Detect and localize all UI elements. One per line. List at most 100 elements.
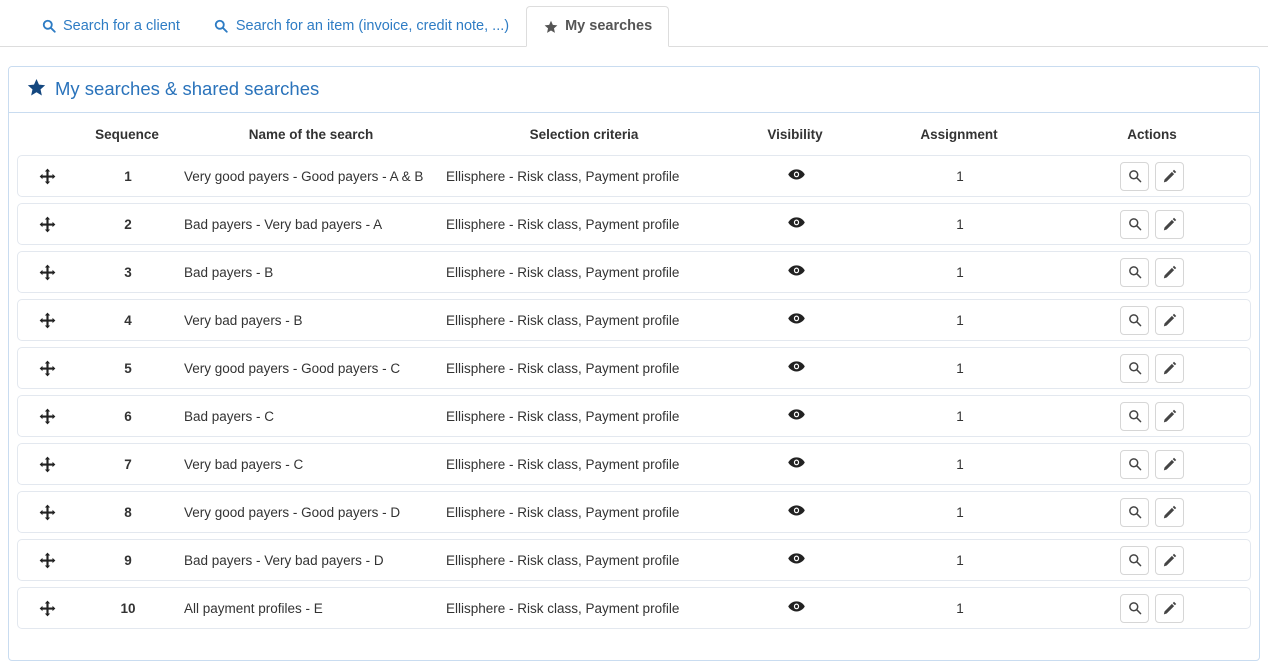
table-row[interactable]: 8 Very good payers - Good payers - D Ell… [17,491,1251,533]
table-row[interactable]: 5 Very good payers - Good payers - C Ell… [17,347,1251,389]
cell-actions [1054,209,1250,239]
tab-my-searches[interactable]: My searches [526,6,670,47]
cell-assignment: 1 [956,216,964,232]
eye-icon[interactable] [787,552,805,565]
edit-search-button[interactable] [1155,257,1184,287]
eye-icon[interactable] [787,264,805,277]
cell-selection-criteria: Ellisphere - Risk class, Payment profile [446,312,680,328]
edit-search-button[interactable] [1155,545,1184,575]
cell-assignment: 1 [956,360,964,376]
move-arrows-icon[interactable] [18,408,76,425]
pencil-icon [1163,601,1177,615]
view-search-button[interactable] [1120,209,1149,239]
edit-search-button[interactable] [1155,401,1184,431]
cell-sequence: 5 [124,360,132,376]
view-search-button[interactable] [1120,257,1149,287]
move-arrows-icon[interactable] [18,312,76,329]
pencil-icon [1163,505,1177,519]
my-searches-panel: My searches & shared searches Sequence N… [8,66,1260,661]
cell-actions [1054,353,1250,383]
move-arrows-icon[interactable] [18,168,76,185]
magnifier-icon [1128,313,1142,327]
tab-label: Search for a client [63,17,180,34]
cell-assignment: 1 [956,264,964,280]
cell-visibility [726,408,866,424]
cell-assignment: 1 [956,408,964,424]
eye-icon[interactable] [787,216,805,229]
table-row[interactable]: 6 Bad payers - C Ellisphere - Risk class… [17,395,1251,437]
eye-icon[interactable] [787,408,805,421]
edit-search-button[interactable] [1155,353,1184,383]
cell-actions [1054,545,1250,575]
column-header-visibility: Visibility [767,126,823,142]
table-body: 1 Very good payers - Good payers - A & B… [17,155,1251,629]
cell-sequence: 3 [124,264,132,280]
view-search-button[interactable] [1120,497,1149,527]
magnifier-icon [1128,409,1142,423]
eye-icon[interactable] [787,360,805,373]
cell-selection-criteria: Ellisphere - Risk class, Payment profile [446,552,680,568]
eye-icon[interactable] [787,312,805,325]
view-search-button[interactable] [1120,545,1149,575]
move-arrows-icon[interactable] [18,552,76,569]
view-search-button[interactable] [1120,305,1149,335]
edit-search-button[interactable] [1155,497,1184,527]
view-search-button[interactable] [1120,449,1149,479]
magnifier-icon [1128,169,1142,183]
eye-icon[interactable] [787,600,805,613]
cell-visibility [726,264,866,280]
view-search-button[interactable] [1120,353,1149,383]
table-row[interactable]: 1 Very good payers - Good payers - A & B… [17,155,1251,197]
table-row[interactable]: 3 Bad payers - B Ellisphere - Risk class… [17,251,1251,293]
cell-actions [1054,305,1250,335]
search-icon [214,19,229,34]
cell-visibility [726,600,866,616]
cell-sequence: 2 [124,216,132,232]
cell-visibility [726,312,866,328]
cell-sequence: 6 [124,408,132,424]
edit-search-button[interactable] [1155,593,1184,623]
view-search-button[interactable] [1120,401,1149,431]
star-icon [543,19,558,34]
move-arrows-icon[interactable] [18,504,76,521]
magnifier-icon [1128,361,1142,375]
magnifier-icon [1128,265,1142,279]
edit-search-button[interactable] [1155,209,1184,239]
eye-icon[interactable] [787,168,805,181]
column-header-criteria: Selection criteria [529,126,639,142]
move-arrows-icon[interactable] [18,264,76,281]
table-row[interactable]: 7 Very bad payers - C Ellisphere - Risk … [17,443,1251,485]
move-arrows-icon[interactable] [18,360,76,377]
edit-search-button[interactable] [1155,161,1184,191]
magnifier-icon [1128,217,1142,231]
eye-icon[interactable] [787,504,805,517]
cell-sequence: 9 [124,552,132,568]
move-arrows-icon[interactable] [18,216,76,233]
table-row[interactable]: 10 All payment profiles - E Ellisphere -… [17,587,1251,629]
panel-title: My searches & shared searches [55,78,320,100]
tab-search-client[interactable]: Search for a client [24,6,197,46]
cell-visibility [726,456,866,472]
eye-icon[interactable] [787,456,805,469]
tab-search-item[interactable]: Search for an item (invoice, credit note… [197,6,526,46]
table-row[interactable]: 4 Very bad payers - B Ellisphere - Risk … [17,299,1251,341]
view-search-button[interactable] [1120,593,1149,623]
cell-actions [1054,161,1250,191]
pencil-icon [1163,457,1177,471]
cell-search-name: Bad payers - B [184,264,274,280]
view-search-button[interactable] [1120,161,1149,191]
panel-header: My searches & shared searches [9,67,1259,113]
cell-visibility [726,168,866,184]
move-arrows-icon[interactable] [18,456,76,473]
cell-assignment: 1 [956,504,964,520]
searches-table: Sequence Name of the search Selection cr… [9,113,1259,629]
table-row[interactable]: 9 Bad payers - Very bad payers - D Ellis… [17,539,1251,581]
table-row[interactable]: 2 Bad payers - Very bad payers - A Ellis… [17,203,1251,245]
edit-search-button[interactable] [1155,449,1184,479]
edit-search-button[interactable] [1155,305,1184,335]
cell-search-name: Very good payers - Good payers - D [184,504,401,520]
magnifier-icon [1128,553,1142,567]
move-arrows-icon[interactable] [18,600,76,617]
cell-search-name: Very bad payers - B [184,312,303,328]
cell-search-name: Very bad payers - C [184,456,304,472]
